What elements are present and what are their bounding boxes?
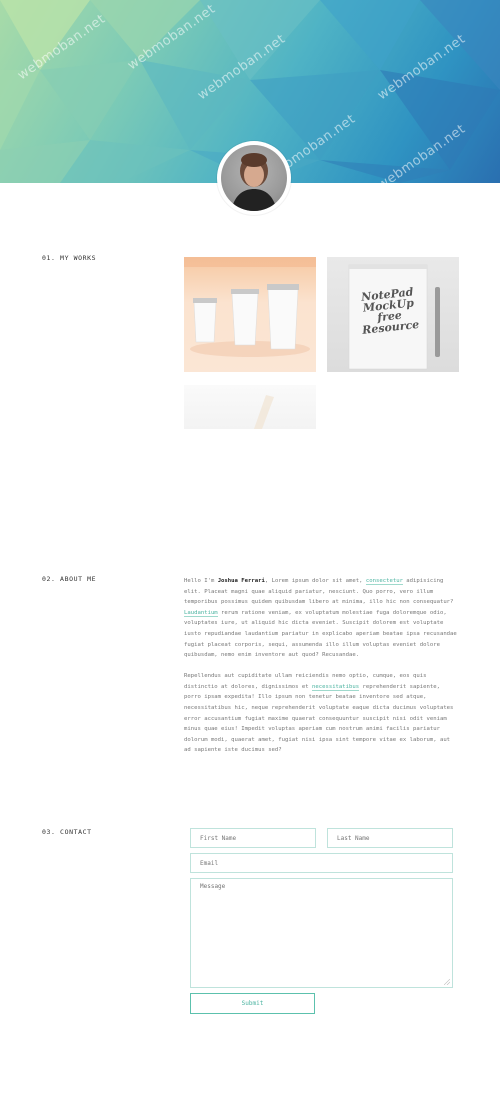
about-text: Hello I'm Joshua Ferrari, Lorem ipsum do… bbox=[184, 576, 457, 767]
work-item-notepad[interactable]: NotePad MockUp free Resource bbox=[327, 257, 459, 372]
work-item-coffee-cups[interactable] bbox=[184, 257, 316, 372]
section-title-about: 02. ABOUT ME bbox=[42, 575, 97, 583]
message-textarea[interactable] bbox=[200, 879, 452, 987]
about-link-consectetur[interactable]: consectetur bbox=[365, 578, 403, 585]
resize-grip-icon[interactable] bbox=[444, 979, 450, 985]
third-work-image bbox=[254, 395, 274, 429]
about-text-segment: , Lorem ipsum dolor sit amet, bbox=[264, 578, 366, 584]
submit-button[interactable]: Submit bbox=[190, 993, 315, 1014]
first-name-input[interactable] bbox=[200, 834, 315, 842]
avatar-photo bbox=[221, 145, 287, 211]
about-link-necessitatibus[interactable]: necessitatibus bbox=[311, 683, 360, 691]
about-text-segment: Hello I'm bbox=[184, 578, 218, 584]
first-name-field[interactable] bbox=[190, 828, 316, 848]
email-input[interactable] bbox=[200, 859, 452, 867]
message-field[interactable] bbox=[190, 878, 453, 988]
section-title-contact: 03. CONTACT bbox=[42, 828, 92, 836]
section-title-works: 01. MY WORKS bbox=[42, 254, 97, 262]
avatar bbox=[217, 141, 291, 215]
work-item-third[interactable] bbox=[184, 385, 316, 429]
about-paragraph-2: Repellendus aut cupiditate ullam reicien… bbox=[184, 671, 457, 756]
coffee-cups-image bbox=[184, 257, 316, 357]
author-name: Joshua Ferrari bbox=[217, 578, 265, 584]
about-link-laudantium[interactable]: Laudantium bbox=[184, 609, 218, 617]
notepad-lettering: NotePad MockUp free Resource bbox=[357, 285, 421, 336]
about-text-segment: rerum ratione veniam, ex voluptatum mole… bbox=[184, 609, 457, 659]
about-paragraph-1: Hello I'm Joshua Ferrari, Lorem ipsum do… bbox=[184, 576, 457, 661]
last-name-field[interactable] bbox=[327, 828, 453, 848]
email-field[interactable] bbox=[190, 853, 453, 873]
last-name-input[interactable] bbox=[337, 834, 452, 842]
about-text-segment: reprehenderit sapiente, porro ipsam expe… bbox=[184, 683, 454, 754]
